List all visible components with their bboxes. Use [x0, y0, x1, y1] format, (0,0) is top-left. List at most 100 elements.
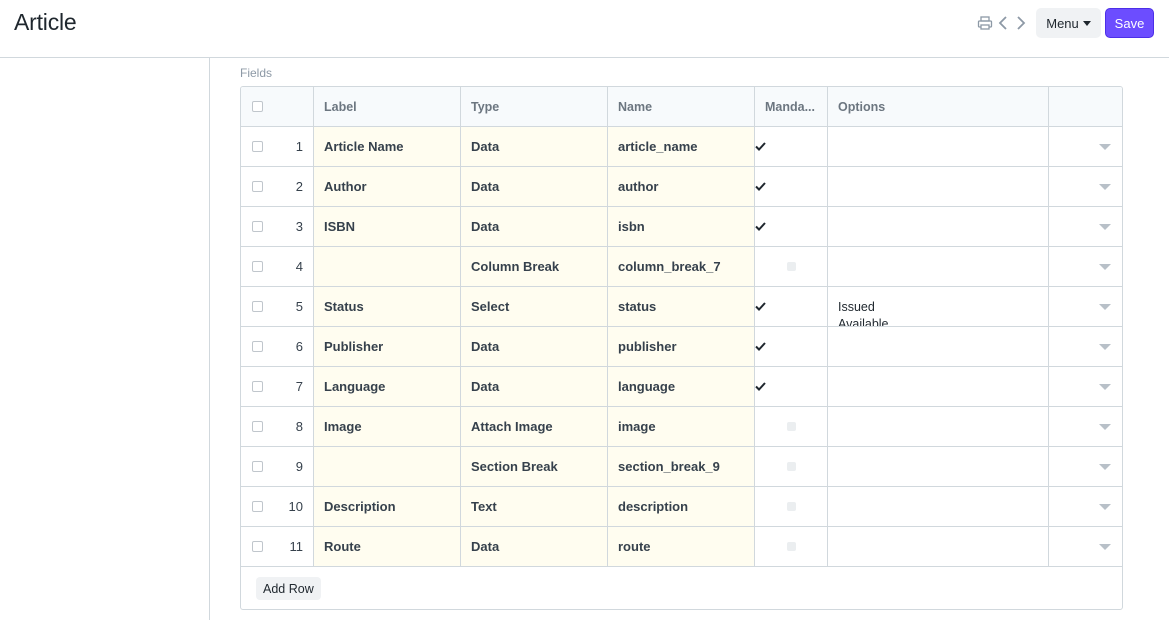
row-expand-caret-icon[interactable]: [1099, 344, 1111, 350]
row-label-cell[interactable]: Status: [314, 287, 461, 326]
row-options-cell[interactable]: [828, 127, 1049, 166]
row-edit-cell[interactable]: [1049, 407, 1122, 446]
row-expand-caret-icon[interactable]: [1099, 384, 1111, 390]
row-mandatory-cell[interactable]: [755, 527, 828, 566]
row-mandatory-cell[interactable]: [755, 327, 828, 366]
row-options-cell[interactable]: Issued Available: [828, 287, 1049, 326]
row-type-cell[interactable]: Data: [461, 527, 608, 566]
row-options-cell[interactable]: [828, 167, 1049, 206]
row-edit-cell[interactable]: [1049, 327, 1122, 366]
row-checkbox[interactable]: [252, 341, 263, 352]
chevron-left-icon[interactable]: [996, 15, 1012, 31]
row-label-cell[interactable]: Description: [314, 487, 461, 526]
row-type-cell[interactable]: Text: [461, 487, 608, 526]
row-options-cell[interactable]: [828, 207, 1049, 246]
row-label-cell[interactable]: Route: [314, 527, 461, 566]
menu-button[interactable]: Menu: [1036, 8, 1101, 38]
row-type-cell[interactable]: Select: [461, 287, 608, 326]
row-checkbox[interactable]: [252, 141, 263, 152]
row-expand-caret-icon[interactable]: [1099, 464, 1111, 470]
row-mandatory-cell[interactable]: [755, 367, 828, 406]
table-row[interactable]: 6 Publisher Data publisher: [241, 327, 1122, 367]
row-expand-caret-icon[interactable]: [1099, 424, 1111, 430]
row-name-cell[interactable]: isbn: [608, 207, 755, 246]
row-edit-cell[interactable]: [1049, 527, 1122, 566]
save-button[interactable]: Save: [1105, 8, 1154, 38]
row-edit-cell[interactable]: [1049, 167, 1122, 206]
row-checkbox[interactable]: [252, 301, 263, 312]
row-mandatory-cell[interactable]: [755, 167, 828, 206]
row-checkbox[interactable]: [252, 221, 263, 232]
table-row[interactable]: 5 Status Select status Issued Available: [241, 287, 1122, 327]
row-checkbox[interactable]: [252, 501, 263, 512]
row-type-cell[interactable]: Column Break: [461, 247, 608, 286]
row-name-cell[interactable]: route: [608, 527, 755, 566]
row-expand-caret-icon[interactable]: [1099, 144, 1111, 150]
row-type-cell[interactable]: Data: [461, 167, 608, 206]
row-checkbox[interactable]: [252, 261, 263, 272]
row-name-cell[interactable]: status: [608, 287, 755, 326]
row-mandatory-cell[interactable]: [755, 407, 828, 446]
select-all-checkbox[interactable]: [252, 101, 263, 112]
table-row[interactable]: 3 ISBN Data isbn: [241, 207, 1122, 247]
row-mandatory-cell[interactable]: [755, 487, 828, 526]
row-edit-cell[interactable]: [1049, 447, 1122, 486]
table-row[interactable]: 1 Article Name Data article_name: [241, 127, 1122, 167]
row-label-cell[interactable]: ISBN: [314, 207, 461, 246]
row-name-cell[interactable]: section_break_9: [608, 447, 755, 486]
row-expand-caret-icon[interactable]: [1099, 504, 1111, 510]
table-row[interactable]: 10 Description Text description: [241, 487, 1122, 527]
row-edit-cell[interactable]: [1049, 487, 1122, 526]
row-mandatory-cell[interactable]: [755, 247, 828, 286]
row-options-cell[interactable]: [828, 407, 1049, 446]
row-checkbox[interactable]: [252, 381, 263, 392]
row-edit-cell[interactable]: [1049, 207, 1122, 246]
row-checkbox[interactable]: [252, 461, 263, 472]
printer-icon[interactable]: [977, 15, 993, 31]
row-type-cell[interactable]: Data: [461, 207, 608, 246]
row-edit-cell[interactable]: [1049, 127, 1122, 166]
row-edit-cell[interactable]: [1049, 287, 1122, 326]
row-expand-caret-icon[interactable]: [1099, 304, 1111, 310]
table-row[interactable]: 8 Image Attach Image image: [241, 407, 1122, 447]
row-mandatory-cell[interactable]: [755, 287, 828, 326]
row-checkbox[interactable]: [252, 181, 263, 192]
row-type-cell[interactable]: Section Break: [461, 447, 608, 486]
row-options-cell[interactable]: [828, 247, 1049, 286]
row-name-cell[interactable]: publisher: [608, 327, 755, 366]
table-row[interactable]: 2 Author Data author: [241, 167, 1122, 207]
row-type-cell[interactable]: Attach Image: [461, 407, 608, 446]
row-options-cell[interactable]: [828, 367, 1049, 406]
row-type-cell[interactable]: Data: [461, 367, 608, 406]
table-row[interactable]: 11 Route Data route: [241, 527, 1122, 567]
row-options-cell[interactable]: [828, 527, 1049, 566]
add-row-button[interactable]: Add Row: [256, 577, 321, 600]
row-mandatory-cell[interactable]: [755, 127, 828, 166]
row-options-cell[interactable]: [828, 327, 1049, 366]
row-options-cell[interactable]: [828, 487, 1049, 526]
row-name-cell[interactable]: author: [608, 167, 755, 206]
chevron-right-icon[interactable]: [1012, 15, 1028, 31]
row-edit-cell[interactable]: [1049, 367, 1122, 406]
row-options-cell[interactable]: [828, 447, 1049, 486]
row-expand-caret-icon[interactable]: [1099, 184, 1111, 190]
row-label-cell[interactable]: Author: [314, 167, 461, 206]
row-name-cell[interactable]: column_break_7: [608, 247, 755, 286]
table-row[interactable]: 9 Section Break section_break_9: [241, 447, 1122, 487]
row-label-cell[interactable]: Language: [314, 367, 461, 406]
row-name-cell[interactable]: image: [608, 407, 755, 446]
row-label-cell[interactable]: Image: [314, 407, 461, 446]
row-label-cell[interactable]: [314, 247, 461, 286]
row-label-cell[interactable]: Article Name: [314, 127, 461, 166]
row-label-cell[interactable]: [314, 447, 461, 486]
row-type-cell[interactable]: Data: [461, 327, 608, 366]
row-type-cell[interactable]: Data: [461, 127, 608, 166]
row-name-cell[interactable]: language: [608, 367, 755, 406]
row-expand-caret-icon[interactable]: [1099, 224, 1111, 230]
row-expand-caret-icon[interactable]: [1099, 544, 1111, 550]
table-row[interactable]: 4 Column Break column_break_7: [241, 247, 1122, 287]
row-label-cell[interactable]: Publisher: [314, 327, 461, 366]
row-mandatory-cell[interactable]: [755, 447, 828, 486]
row-name-cell[interactable]: article_name: [608, 127, 755, 166]
row-expand-caret-icon[interactable]: [1099, 264, 1111, 270]
